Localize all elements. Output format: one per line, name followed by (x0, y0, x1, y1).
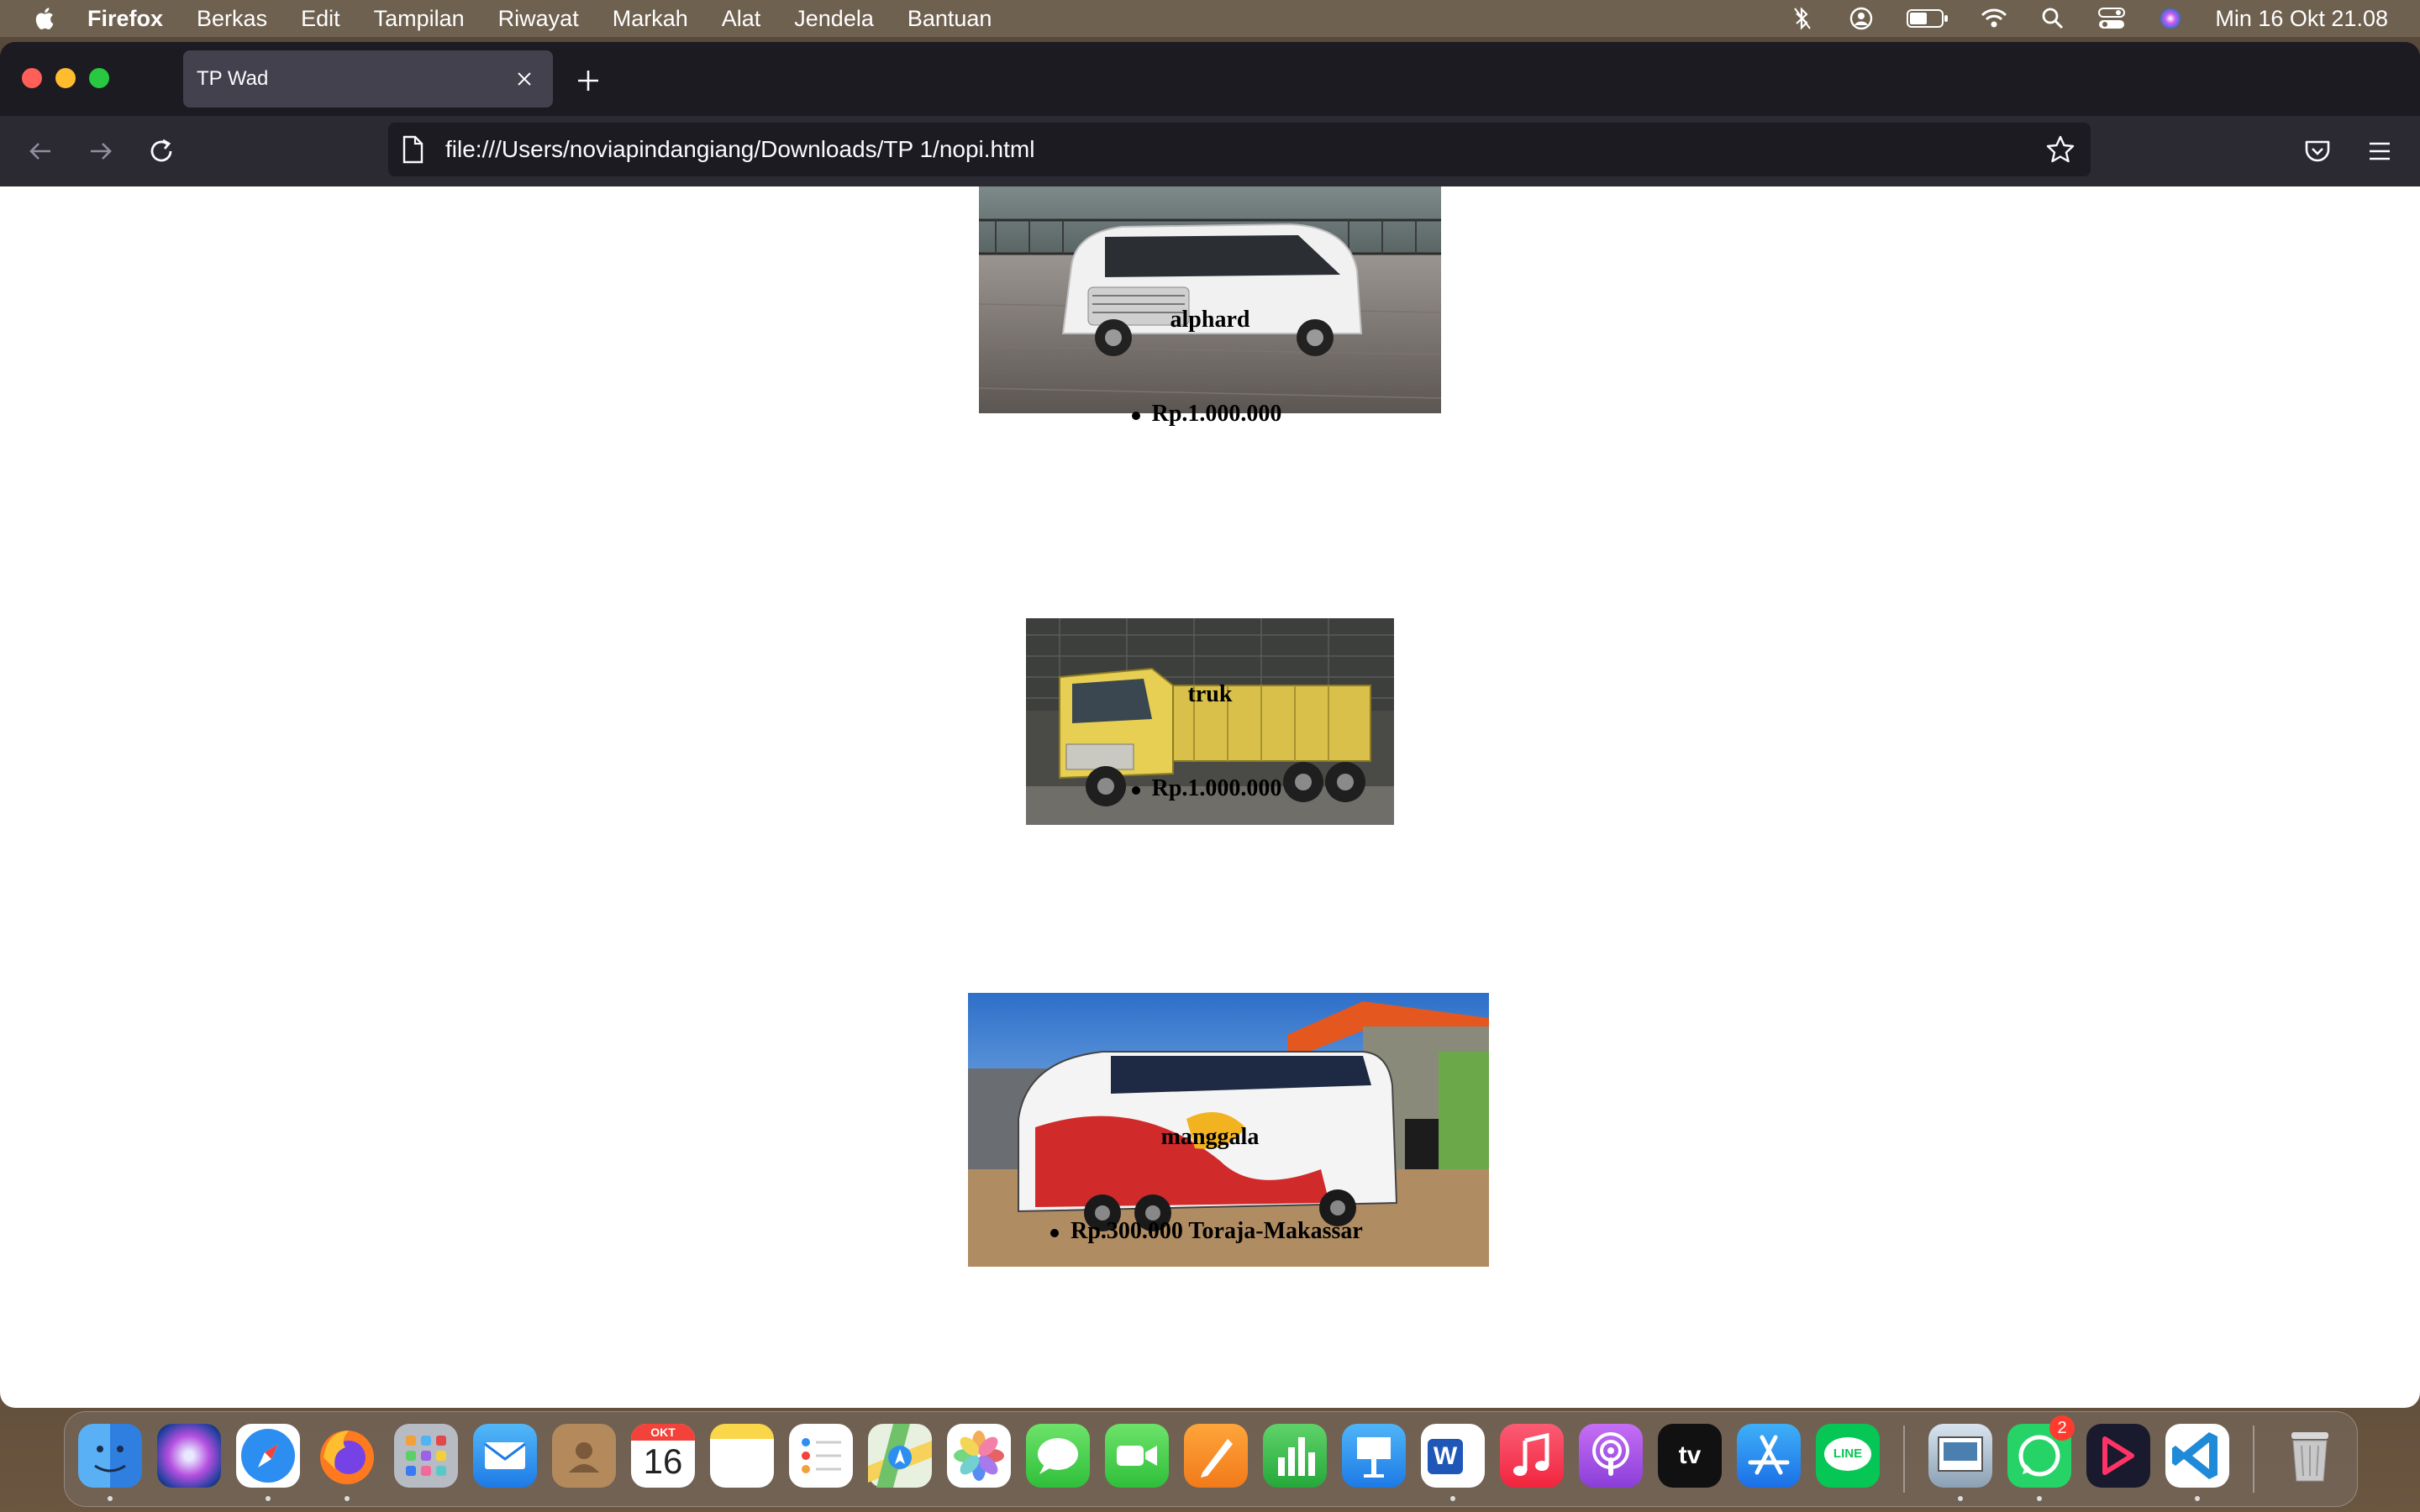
podcasts-icon[interactable] (1579, 1424, 1643, 1488)
maps-icon[interactable] (868, 1424, 932, 1488)
preview-icon[interactable] (1928, 1424, 1992, 1488)
price-text: Rp.1.000.000 (1151, 401, 1282, 427)
spotlight-search-icon[interactable] (2039, 4, 2067, 33)
window-maximize-button[interactable] (89, 68, 109, 88)
siri-app-icon[interactable] (157, 1424, 221, 1488)
safari-running-dot (266, 1496, 271, 1501)
window-close-button[interactable] (22, 68, 42, 88)
user-account-icon[interactable] (1847, 4, 1876, 33)
tab-tp-wad[interactable]: TP Wad (183, 50, 553, 108)
firefox-window: TP Wad file:///Users/noviapindangiang/Do… (0, 42, 2420, 1408)
line-app-icon[interactable]: LINE (1816, 1424, 1880, 1488)
menu-bantuan[interactable]: Bantuan (908, 6, 992, 32)
product-price-manggala: Rp.300.000 Toraja-Makassar (0, 1218, 2420, 1245)
product-price-truk: Rp.1.000.000 (0, 775, 2420, 802)
product-name-manggala: manggala (1160, 1124, 1260, 1150)
battery-icon[interactable] (1906, 4, 1949, 33)
back-icon[interactable] (24, 134, 57, 168)
control-center-icon[interactable] (2097, 4, 2126, 33)
page-content: alphard Rp.1.000.000 truk Rp.1.000.000 m… (0, 186, 2420, 1408)
music-icon[interactable] (1500, 1424, 1564, 1488)
whatsapp-running-dot (2037, 1496, 2042, 1501)
firefox-running-dot (345, 1496, 350, 1501)
word-icon[interactable]: W (1421, 1424, 1485, 1488)
word-letter: W (1428, 1439, 1463, 1474)
product-image-alphard (979, 186, 1441, 413)
product-name-alphard: alphard (1170, 307, 1250, 333)
numbers-icon[interactable] (1263, 1424, 1327, 1488)
menu-bar: Firefox Berkas Edit Tampilan Riwayat Mar… (0, 0, 2420, 37)
calendar-icon[interactable]: OKT 16 (631, 1424, 695, 1488)
word-running-dot (1450, 1496, 1455, 1501)
launchpad-icon[interactable] (394, 1424, 458, 1488)
list-bullet (1131, 411, 1140, 420)
facetime-icon[interactable] (1105, 1424, 1169, 1488)
vscode-icon[interactable] (2165, 1424, 2229, 1488)
menu-tampilan[interactable]: Tampilan (374, 6, 465, 32)
calendar-day: 16 (643, 1441, 683, 1481)
menu-riwayat[interactable]: Riwayat (498, 6, 579, 32)
pages-icon[interactable] (1184, 1424, 1248, 1488)
list-bullet (1050, 1228, 1060, 1237)
address-bar[interactable]: file:///Users/noviapindangiang/Downloads… (388, 123, 2091, 176)
notes-icon[interactable] (710, 1424, 774, 1488)
menu-edit[interactable]: Edit (301, 6, 340, 32)
reminders-icon[interactable] (789, 1424, 853, 1488)
menu-app-name[interactable]: Firefox (87, 6, 163, 32)
keynote-icon[interactable] (1342, 1424, 1406, 1488)
window-minimize-button[interactable] (55, 68, 76, 88)
calendar-month: OKT (631, 1424, 695, 1441)
messages-icon[interactable] (1026, 1424, 1090, 1488)
new-tab-button[interactable] (573, 66, 603, 96)
firefox-icon[interactable] (315, 1424, 379, 1488)
siri-icon[interactable] (2156, 4, 2185, 33)
menu-jendela[interactable]: Jendela (794, 6, 874, 32)
finder-icon[interactable] (78, 1424, 142, 1488)
screen-recorder-icon[interactable] (2086, 1424, 2150, 1488)
photos-icon[interactable] (947, 1424, 1011, 1488)
vscode-running-dot (2195, 1496, 2200, 1501)
product-name-truk: truk (1187, 681, 1233, 707)
menu-alat[interactable]: Alat (722, 6, 761, 32)
app-store-icon[interactable] (1737, 1424, 1801, 1488)
hamburger-menu-icon[interactable] (2363, 134, 2396, 168)
wifi-icon[interactable] (1980, 4, 2008, 33)
mail-icon[interactable] (473, 1424, 537, 1488)
line-label: LINE (1824, 1437, 1871, 1471)
bluetooth-icon[interactable] (1788, 4, 1817, 33)
dock-separator (1903, 1425, 1905, 1493)
trash-icon[interactable] (2278, 1424, 2342, 1488)
whatsapp-badge: 2 (2049, 1415, 2075, 1441)
forward-icon[interactable] (84, 134, 118, 168)
bookmark-star-icon[interactable] (2045, 134, 2075, 165)
tab-bar: TP Wad (0, 42, 2420, 116)
product-price-alphard: Rp.1.000.000 (0, 401, 2420, 428)
tab-close-icon[interactable] (513, 67, 536, 91)
finder-running-dot (108, 1496, 113, 1501)
tab-title: TP Wad (197, 67, 269, 90)
dock: OKT 16 W tv LINE 2 (64, 1411, 2358, 1507)
apple-tv-icon[interactable]: tv (1658, 1424, 1722, 1488)
url-text[interactable]: file:///Users/noviapindangiang/Downloads… (445, 136, 2045, 163)
apple-icon[interactable] (32, 6, 55, 31)
page-icon (402, 135, 424, 164)
price-text: Rp.1.000.000 (1151, 775, 1282, 801)
navigation-toolbar: file:///Users/noviapindangiang/Downloads… (0, 116, 2420, 186)
tv-label: tv (1678, 1441, 1702, 1469)
list-bullet (1131, 785, 1140, 795)
contacts-icon[interactable] (552, 1424, 616, 1488)
menu-markah[interactable]: Markah (613, 6, 688, 32)
preview-running-dot (1958, 1496, 1963, 1501)
safari-icon[interactable] (236, 1424, 300, 1488)
pocket-icon[interactable] (2301, 134, 2334, 168)
dock-separator (2253, 1425, 2254, 1493)
reload-icon[interactable] (145, 134, 178, 168)
menu-berkas[interactable]: Berkas (197, 6, 267, 32)
menubar-clock[interactable]: Min 16 Okt 21.08 (2215, 6, 2388, 32)
price-text: Rp.300.000 Toraja-Makassar (1071, 1218, 1363, 1244)
status-area: Min 16 Okt 21.08 (1788, 0, 2420, 37)
